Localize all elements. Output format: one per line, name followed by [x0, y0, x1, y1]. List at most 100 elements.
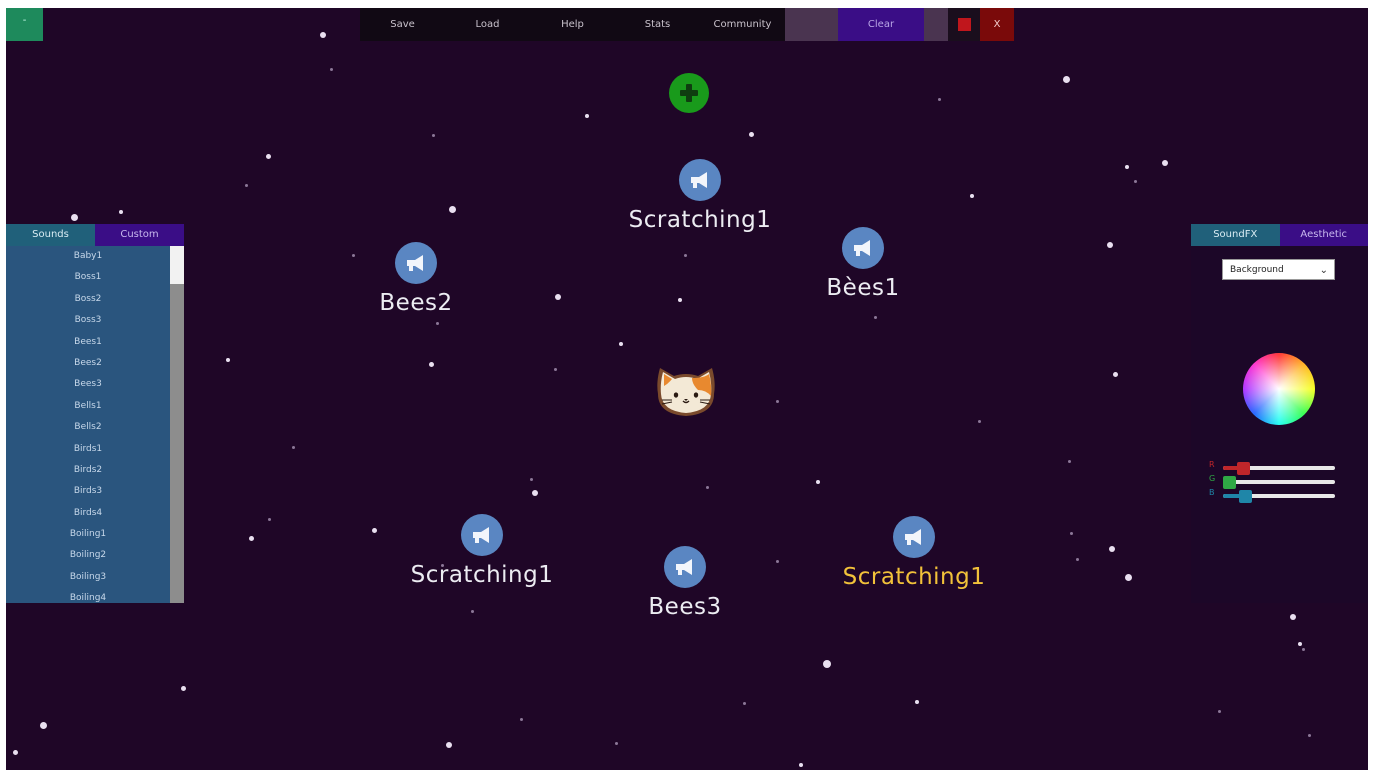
sound-list-item[interactable]: Birds2: [6, 460, 170, 481]
megaphone-icon: [461, 514, 503, 556]
star: [585, 114, 589, 118]
megaphone-icon: [842, 227, 884, 269]
tab-soundfx[interactable]: SoundFX: [1191, 224, 1280, 246]
library-tabs: Sounds Custom: [6, 224, 184, 246]
cat-face-icon[interactable]: [654, 362, 718, 420]
sound-node-selected[interactable]: Scratching1: [814, 516, 1014, 590]
sound-list-item[interactable]: Boiling1: [6, 524, 170, 545]
star: [1302, 648, 1305, 651]
collapse-button[interactable]: -: [6, 8, 43, 41]
sound-node-label: Bees2: [379, 290, 453, 316]
sound-list-item[interactable]: Boiling4: [6, 588, 170, 603]
slider-g[interactable]: G: [1209, 474, 1359, 489]
sound-library-panel: Sounds Custom Baby1 Boss1 Boss2 Boss3 Bees1 B…: [6, 224, 184, 603]
sound-list-item[interactable]: Birds4: [6, 503, 170, 524]
star: [320, 32, 326, 38]
star: [1218, 710, 1221, 713]
sound-list-item[interactable]: Birds3: [6, 481, 170, 502]
star: [799, 763, 803, 767]
star: [471, 610, 474, 613]
star: [1125, 574, 1132, 581]
sound-list-item[interactable]: Bees3: [6, 374, 170, 395]
sound-list-item[interactable]: Bells2: [6, 417, 170, 438]
add-node-button[interactable]: [669, 73, 709, 113]
star: [181, 686, 186, 691]
sound-list-item[interactable]: Baby1: [6, 246, 170, 267]
sound-list-item[interactable]: Bees1: [6, 332, 170, 353]
star: [1076, 558, 1079, 561]
settings-panel: SoundFX Aesthetic Background ⌄ RGB: [1191, 224, 1368, 603]
stats-button[interactable]: Stats: [615, 8, 700, 41]
sound-node-label: Bèes1: [826, 275, 900, 301]
star: [429, 362, 434, 367]
sound-node[interactable]: Scratching1: [600, 159, 800, 233]
sound-list-item[interactable]: Boss2: [6, 289, 170, 310]
star: [776, 400, 779, 403]
star: [266, 154, 271, 159]
sound-list-scrollbar[interactable]: [170, 246, 184, 603]
sound-node-label: Scratching1: [410, 562, 554, 588]
star: [530, 478, 533, 481]
star: [226, 358, 230, 362]
slider-thumb[interactable]: [1239, 490, 1252, 503]
star: [432, 134, 435, 137]
clear-button[interactable]: Clear: [838, 8, 924, 41]
stop-button[interactable]: [948, 8, 980, 41]
star: [978, 420, 981, 423]
sound-list-item[interactable]: Birds1: [6, 439, 170, 460]
star: [938, 98, 941, 101]
plus-icon: [680, 84, 698, 102]
megaphone-icon: [664, 546, 706, 588]
sound-list-item[interactable]: Boss3: [6, 310, 170, 331]
scrollbar-thumb[interactable]: [170, 246, 184, 284]
slider-track[interactable]: [1223, 480, 1335, 484]
slider-channel-label: R: [1209, 460, 1215, 469]
sound-node[interactable]: Scratching1: [382, 514, 582, 588]
star: [1125, 165, 1129, 169]
canvas[interactable]: - Save Load Help Stats Community Clear X…: [6, 8, 1368, 770]
load-button[interactable]: Load: [445, 8, 530, 41]
close-button[interactable]: X: [980, 8, 1014, 41]
color-wheel[interactable]: [1243, 353, 1315, 425]
star: [40, 722, 47, 729]
star: [1162, 160, 1168, 166]
blank-button[interactable]: [785, 8, 838, 41]
sound-list-item[interactable]: Boiling3: [6, 567, 170, 588]
star: [619, 342, 623, 346]
slider-thumb[interactable]: [1223, 476, 1236, 489]
blank-button-2[interactable]: [924, 8, 948, 41]
star: [520, 718, 523, 721]
sound-list-item[interactable]: Bees2: [6, 353, 170, 374]
megaphone-icon: [893, 516, 935, 558]
tab-custom[interactable]: Custom: [95, 224, 184, 246]
sound-list-item[interactable]: Boiling2: [6, 545, 170, 566]
save-button[interactable]: Save: [360, 8, 445, 41]
stop-square-icon: [957, 18, 971, 31]
slider-thumb[interactable]: [1237, 462, 1250, 475]
star: [1107, 242, 1113, 248]
sound-node[interactable]: Bees3: [585, 546, 785, 620]
sound-list-item[interactable]: Bells1: [6, 396, 170, 417]
background-dropdown[interactable]: Background ⌄: [1222, 259, 1335, 280]
slider-b[interactable]: B: [1209, 488, 1359, 503]
sound-list: Baby1 Boss1 Boss2 Boss3 Bees1 Bees2 Bees3 Bells…: [6, 246, 170, 603]
star: [874, 316, 877, 319]
community-button[interactable]: Community: [700, 8, 785, 41]
star: [554, 368, 557, 371]
star: [292, 446, 295, 449]
tab-aesthetic[interactable]: Aesthetic: [1279, 224, 1368, 246]
sound-node[interactable]: Bees2: [316, 242, 516, 316]
sound-node[interactable]: Bèes1: [763, 227, 963, 301]
slider-r[interactable]: R: [1209, 460, 1359, 475]
star: [555, 294, 561, 300]
star: [1308, 734, 1311, 737]
help-button[interactable]: Help: [530, 8, 615, 41]
star: [249, 536, 254, 541]
sound-list-item[interactable]: Boss1: [6, 267, 170, 288]
star: [1109, 546, 1115, 552]
star: [1113, 372, 1118, 377]
settings-tabs: SoundFX Aesthetic: [1191, 224, 1368, 246]
sound-node-label: Bees3: [648, 594, 722, 620]
star: [615, 742, 618, 745]
tab-sounds[interactable]: Sounds: [6, 224, 95, 246]
